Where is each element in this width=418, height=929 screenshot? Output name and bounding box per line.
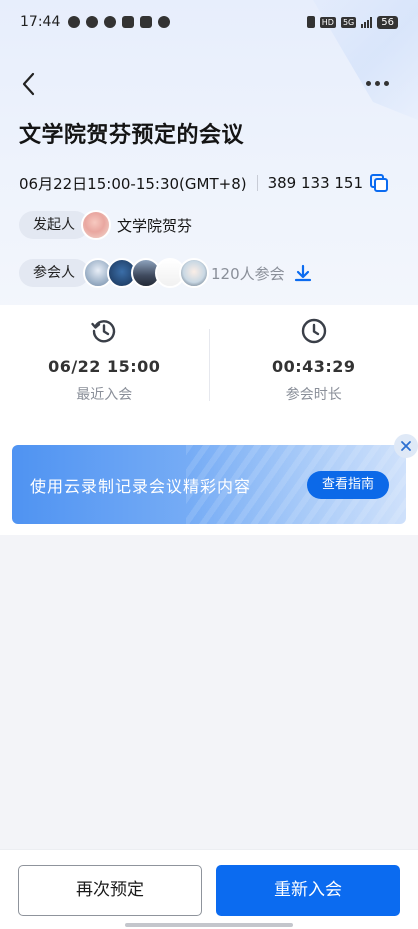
status-bar: 17:44 HD 5G 56 <box>0 0 418 44</box>
host-name[interactable]: 文学院贺芬 <box>117 215 192 236</box>
participants-avatars[interactable] <box>83 258 209 288</box>
rejoin-button[interactable]: 重新入会 <box>216 865 400 916</box>
cloud-recording-banner[interactable]: 使用云录制记录会议精彩内容 查看指南 <box>12 445 406 524</box>
last-join-value: 06/22 15:00 <box>48 357 161 376</box>
bottom-action-bar: 再次预定 重新入会 <box>0 849 418 929</box>
copy-icon[interactable] <box>369 173 389 193</box>
home-indicator[interactable] <box>125 923 293 927</box>
message-icon <box>158 16 171 28</box>
network-type-badge: 5G <box>340 16 357 28</box>
more-dot <box>366 80 371 86</box>
banner-text: 使用云录制记录会议精彩内容 <box>30 477 252 496</box>
battery-indicator: 56 <box>377 15 398 29</box>
meeting-time: 06月22日15:00-15:30(GMT+8) <box>19 174 247 193</box>
host-label: 发起人 <box>19 211 89 239</box>
meta-divider <box>256 175 258 191</box>
status-right: HD 5G 56 <box>306 15 398 29</box>
participants-count[interactable]: 120人参会 <box>211 263 285 284</box>
meeting-id: 389 133 151 <box>267 174 364 192</box>
view-guide-button[interactable]: 查看指南 <box>307 471 389 499</box>
history-icon <box>91 320 116 343</box>
chevron-left-icon <box>22 72 35 96</box>
meeting-title: 文学院贺芬预定的会议 <box>19 123 245 148</box>
more-dot <box>384 80 389 86</box>
participant-avatar[interactable] <box>179 258 209 288</box>
meeting-stats-card: 06/22 15:00 最近入会 00:43:29 参会时长 <box>0 305 418 423</box>
hd-badge: HD <box>319 16 336 28</box>
more-button[interactable] <box>366 76 392 90</box>
cast-icon <box>140 16 153 28</box>
host-row: 发起人 文学院贺芬 <box>19 210 192 240</box>
banner-section: 使用云录制记录会议精彩内容 查看指南 <box>0 423 418 535</box>
host-avatar[interactable] <box>81 210 111 240</box>
duration-stat: 00:43:29 参会时长 <box>210 305 418 423</box>
vibrate-icon <box>306 16 315 28</box>
last-join-label: 最近入会 <box>76 387 133 403</box>
more-dot <box>375 80 380 86</box>
wechat-icon <box>104 16 117 28</box>
clock-icon <box>301 318 326 344</box>
back-button[interactable] <box>18 70 42 98</box>
last-join-stat: 06/22 15:00 最近入会 <box>0 305 209 423</box>
status-time: 17:44 <box>20 14 61 30</box>
download-icon[interactable] <box>293 263 313 283</box>
app-notification-icon <box>68 16 81 28</box>
qq-icon <box>86 16 99 28</box>
reschedule-button[interactable]: 再次预定 <box>18 865 202 916</box>
participants-label: 参会人 <box>19 259 89 287</box>
participants-row: 参会人 120人参会 <box>19 258 313 288</box>
notification-icon <box>122 16 135 28</box>
duration-label: 参会时长 <box>285 387 342 403</box>
banner-close-button[interactable] <box>394 434 418 458</box>
notification-icons <box>68 16 171 28</box>
signal-icon <box>361 16 373 28</box>
close-icon <box>401 441 411 451</box>
meeting-meta-row: 06月22日15:00-15:30(GMT+8) 389 133 151 <box>19 172 389 194</box>
duration-value: 00:43:29 <box>271 357 356 376</box>
